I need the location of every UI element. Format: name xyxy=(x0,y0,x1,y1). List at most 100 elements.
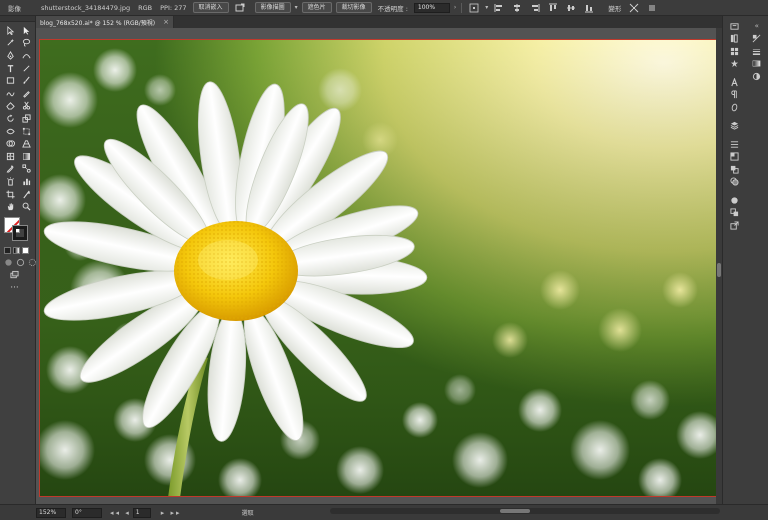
rectangle-tool-icon[interactable] xyxy=(2,74,18,87)
draw-normal-icon[interactable] xyxy=(4,258,13,267)
type-tool-icon[interactable] xyxy=(2,62,18,75)
libraries-panel-icon[interactable] xyxy=(728,33,740,46)
properties-panel-icon[interactable] xyxy=(728,20,740,33)
image-trace-button[interactable]: 影像描圖 xyxy=(254,2,291,13)
reference-dropdown-icon[interactable]: ▾ xyxy=(485,4,488,11)
close-icon[interactable]: × xyxy=(163,18,169,26)
opentype-panel-icon[interactable] xyxy=(728,101,740,114)
reference-point-icon[interactable] xyxy=(469,3,479,13)
column-graph-tool-icon[interactable] xyxy=(18,175,34,188)
status-info-text[interactable]: 選取 xyxy=(242,508,254,517)
crop-image-button[interactable]: 裁切影像 xyxy=(335,2,372,13)
edit-original-icon[interactable] xyxy=(235,3,245,13)
opacity-field[interactable]: 100% xyxy=(413,2,450,13)
magic-wand-tool-icon[interactable] xyxy=(2,37,18,50)
align-center-icon[interactable] xyxy=(512,3,522,13)
zoom-field[interactable]: 152% xyxy=(36,507,66,518)
align-icon[interactable] xyxy=(494,3,504,13)
screen-mode-icon[interactable] xyxy=(10,271,19,280)
color-guide-panel-icon[interactable] xyxy=(728,194,740,207)
draw-behind-icon[interactable] xyxy=(16,258,25,267)
paragraph-panel-icon[interactable] xyxy=(728,89,740,102)
hand-tool-icon[interactable] xyxy=(2,200,18,213)
align-middle-icon[interactable] xyxy=(566,3,576,13)
transparency-panel-icon[interactable] xyxy=(751,70,763,83)
selection-tool-icon[interactable] xyxy=(2,24,18,37)
filename-link[interactable]: shutterstock_34184479.jpg xyxy=(37,4,134,12)
slice-tool-icon[interactable] xyxy=(18,188,34,201)
curvature-tool-icon[interactable] xyxy=(18,49,34,62)
rotation-field[interactable]: 0° xyxy=(72,507,102,518)
isolate-icon[interactable] xyxy=(629,3,639,13)
mask-button[interactable]: 遮色片 xyxy=(301,2,332,13)
color-panel-icon[interactable] xyxy=(751,33,763,46)
color-mode-none-button[interactable] xyxy=(22,246,29,254)
opacity-dropdown-icon[interactable]: › xyxy=(454,4,456,11)
tools-panel: ··· xyxy=(0,16,37,504)
shaper-tool-icon[interactable] xyxy=(2,87,18,100)
edit-toolbar-icon[interactable]: ··· xyxy=(10,283,19,293)
appearance-panel-icon[interactable] xyxy=(728,176,740,189)
color-mode-label: RGB xyxy=(138,3,153,12)
artboard-nav-prev-icon[interactable]: ◂◂ ◂ xyxy=(110,509,131,517)
transform-link[interactable]: 變形 xyxy=(604,3,625,13)
gradient-tool-icon[interactable] xyxy=(18,150,34,163)
artboard-tool-icon[interactable] xyxy=(2,188,18,201)
placed-image-daisy[interactable] xyxy=(40,40,717,497)
graphic-styles-panel-icon[interactable] xyxy=(728,207,740,220)
opacity-label: 不透明度 : xyxy=(377,4,408,13)
swatches-panel-icon[interactable] xyxy=(728,45,740,58)
width-tool-icon[interactable] xyxy=(2,125,18,138)
symbols-panel-icon[interactable] xyxy=(728,58,740,71)
align-right-icon[interactable] xyxy=(530,3,540,13)
pencil-tool-icon[interactable] xyxy=(18,87,34,100)
character-panel-icon[interactable] xyxy=(728,76,740,89)
lasso-tool-icon[interactable] xyxy=(18,37,34,50)
ppi-label: PPI: 277 xyxy=(160,3,187,12)
zoom-tool-icon[interactable] xyxy=(18,200,34,213)
eyedropper-tool-icon[interactable] xyxy=(2,163,18,176)
direct-selection-tool-icon[interactable] xyxy=(18,24,34,37)
canvas-area[interactable] xyxy=(36,28,722,504)
paintbrush-tool-icon[interactable] xyxy=(18,74,34,87)
artboard-nav-next-icon[interactable]: ▸ ▸▸ xyxy=(161,509,182,517)
horizontal-scroll-thumb[interactable] xyxy=(500,509,530,513)
perspective-grid-tool-icon[interactable] xyxy=(18,137,34,150)
collapse-panels-icon[interactable]: « xyxy=(751,20,763,33)
unembed-button[interactable]: 取消嵌入 xyxy=(192,2,229,13)
transform-panel-icon[interactable] xyxy=(728,151,740,164)
blend-tool-icon[interactable] xyxy=(18,163,34,176)
fill-stroke-swatches xyxy=(0,215,35,245)
pen-tool-icon[interactable] xyxy=(2,49,18,62)
free-transform-tool-icon[interactable] xyxy=(18,125,34,138)
shape-builder-tool-icon[interactable] xyxy=(2,137,18,150)
gradient-panel-icon[interactable] xyxy=(751,58,763,71)
vertical-scroll-thumb[interactable] xyxy=(717,263,721,277)
eraser-tool-icon[interactable] xyxy=(2,100,18,113)
horizontal-scrollbar[interactable] xyxy=(330,508,720,514)
artboard-number-field[interactable]: 1 xyxy=(132,507,151,518)
scissors-tool-icon[interactable] xyxy=(18,100,34,113)
artboard[interactable] xyxy=(39,39,717,497)
rotate-tool-icon[interactable] xyxy=(2,112,18,125)
document-tab[interactable]: blog_768x520.ai* @ 152 % (RGB/預視) × xyxy=(36,16,174,28)
document-tab-bar: blog_768x520.ai* @ 152 % (RGB/預視) × xyxy=(36,16,722,28)
align-panel-icon[interactable] xyxy=(728,138,740,151)
mesh-tool-icon[interactable] xyxy=(2,150,18,163)
panel-menu-icon[interactable] xyxy=(647,3,657,13)
align-bottom-icon[interactable] xyxy=(584,3,594,13)
pathfinder-panel-icon[interactable] xyxy=(728,163,740,176)
line-tool-icon[interactable] xyxy=(18,62,34,75)
color-mode-buttons xyxy=(0,246,35,254)
layers-panel-icon[interactable] xyxy=(728,120,740,133)
color-mode-gradient-button[interactable] xyxy=(13,246,20,254)
image-trace-dropdown-icon[interactable]: ▾ xyxy=(295,4,298,11)
stroke-panel-icon[interactable] xyxy=(751,45,763,58)
color-mode-solid-button[interactable] xyxy=(4,246,11,254)
stroke-color-swatch[interactable] xyxy=(12,224,28,241)
align-top-icon[interactable] xyxy=(548,3,558,13)
symbol-sprayer-tool-icon[interactable] xyxy=(2,175,18,188)
asset-export-panel-icon[interactable] xyxy=(728,219,740,232)
scale-tool-icon[interactable] xyxy=(18,112,34,125)
document-tab-title: blog_768x520.ai* @ 152 % (RGB/預視) xyxy=(40,19,156,27)
